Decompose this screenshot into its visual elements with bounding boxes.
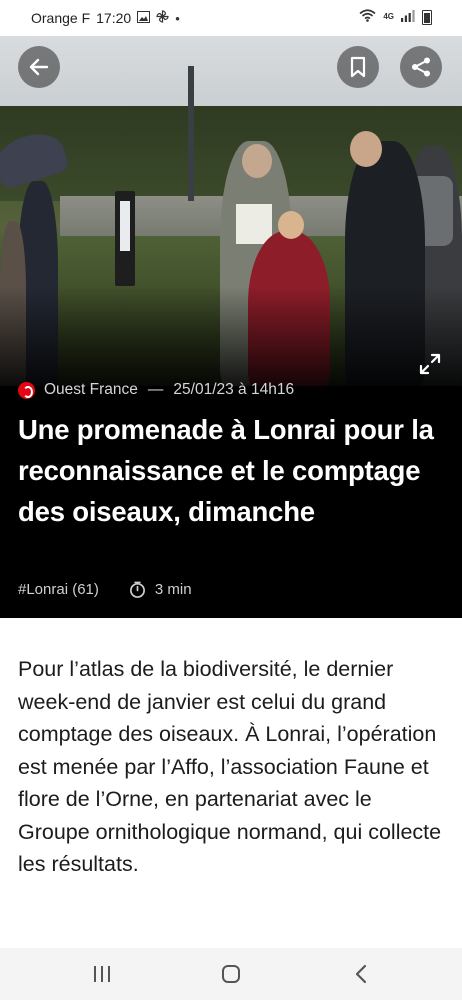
photo-person-head (350, 131, 382, 167)
read-time: 3 min (154, 581, 192, 598)
recents-button[interactable] (87, 962, 117, 986)
ouest-france-logo-icon (18, 381, 35, 399)
article-title: Une promenade à Lonrai pour la reconnais… (18, 414, 434, 527)
network-type: 4G (383, 12, 394, 21)
pinwheel-notification-icon (156, 10, 169, 26)
status-left: Orange F 17:20 • (31, 10, 180, 26)
share-button[interactable] (400, 46, 442, 88)
status-right: 4G (359, 9, 432, 25)
source-name[interactable]: Ouest France (44, 381, 138, 399)
share-icon (412, 57, 430, 77)
system-back-button[interactable] (346, 962, 376, 986)
arrow-left-icon (29, 58, 49, 76)
clock: 17:20 (96, 10, 132, 26)
home-icon (222, 965, 240, 983)
recents-icon (94, 966, 110, 982)
signal-icon (401, 9, 415, 25)
photo-lamp-light (120, 201, 130, 251)
article-hero: Ouest France — 25/01/23 à 14h16 Une prom… (0, 36, 462, 618)
photo-bird-chart (236, 204, 272, 244)
article-tags: #Lonrai (61) 3 min (18, 581, 192, 598)
home-button[interactable] (216, 962, 246, 986)
battery-icon (422, 9, 432, 25)
article-meta: Ouest France — 25/01/23 à 14h16 (18, 381, 294, 399)
publish-date: 25/01/23 à 14h16 (173, 381, 295, 398)
dot-notification-icon: • (175, 10, 180, 26)
stopwatch-icon (129, 581, 145, 598)
meta-separator: — (147, 381, 164, 398)
bookmark-button[interactable] (337, 46, 379, 88)
carrier-name: Orange F (31, 10, 91, 26)
gallery-notification-icon (137, 10, 151, 26)
photo-fade (0, 286, 462, 386)
article-body: Pour l’atlas de la biodiversité, le dern… (18, 657, 442, 876)
bookmark-icon (350, 56, 366, 78)
photo-child-head (278, 211, 304, 239)
back-button[interactable] (18, 46, 60, 88)
wifi-icon (359, 9, 376, 25)
chevron-left-icon (355, 964, 367, 984)
location-tag[interactable]: #Lonrai (61) (18, 581, 99, 598)
article-photo[interactable] (0, 36, 462, 386)
status-bar: Orange F 17:20 • 4G (0, 0, 462, 36)
photo-lamp-post (188, 66, 194, 201)
system-nav-bar (0, 948, 462, 1000)
expand-icon[interactable] (418, 352, 442, 376)
photo-guide-head (242, 144, 272, 178)
